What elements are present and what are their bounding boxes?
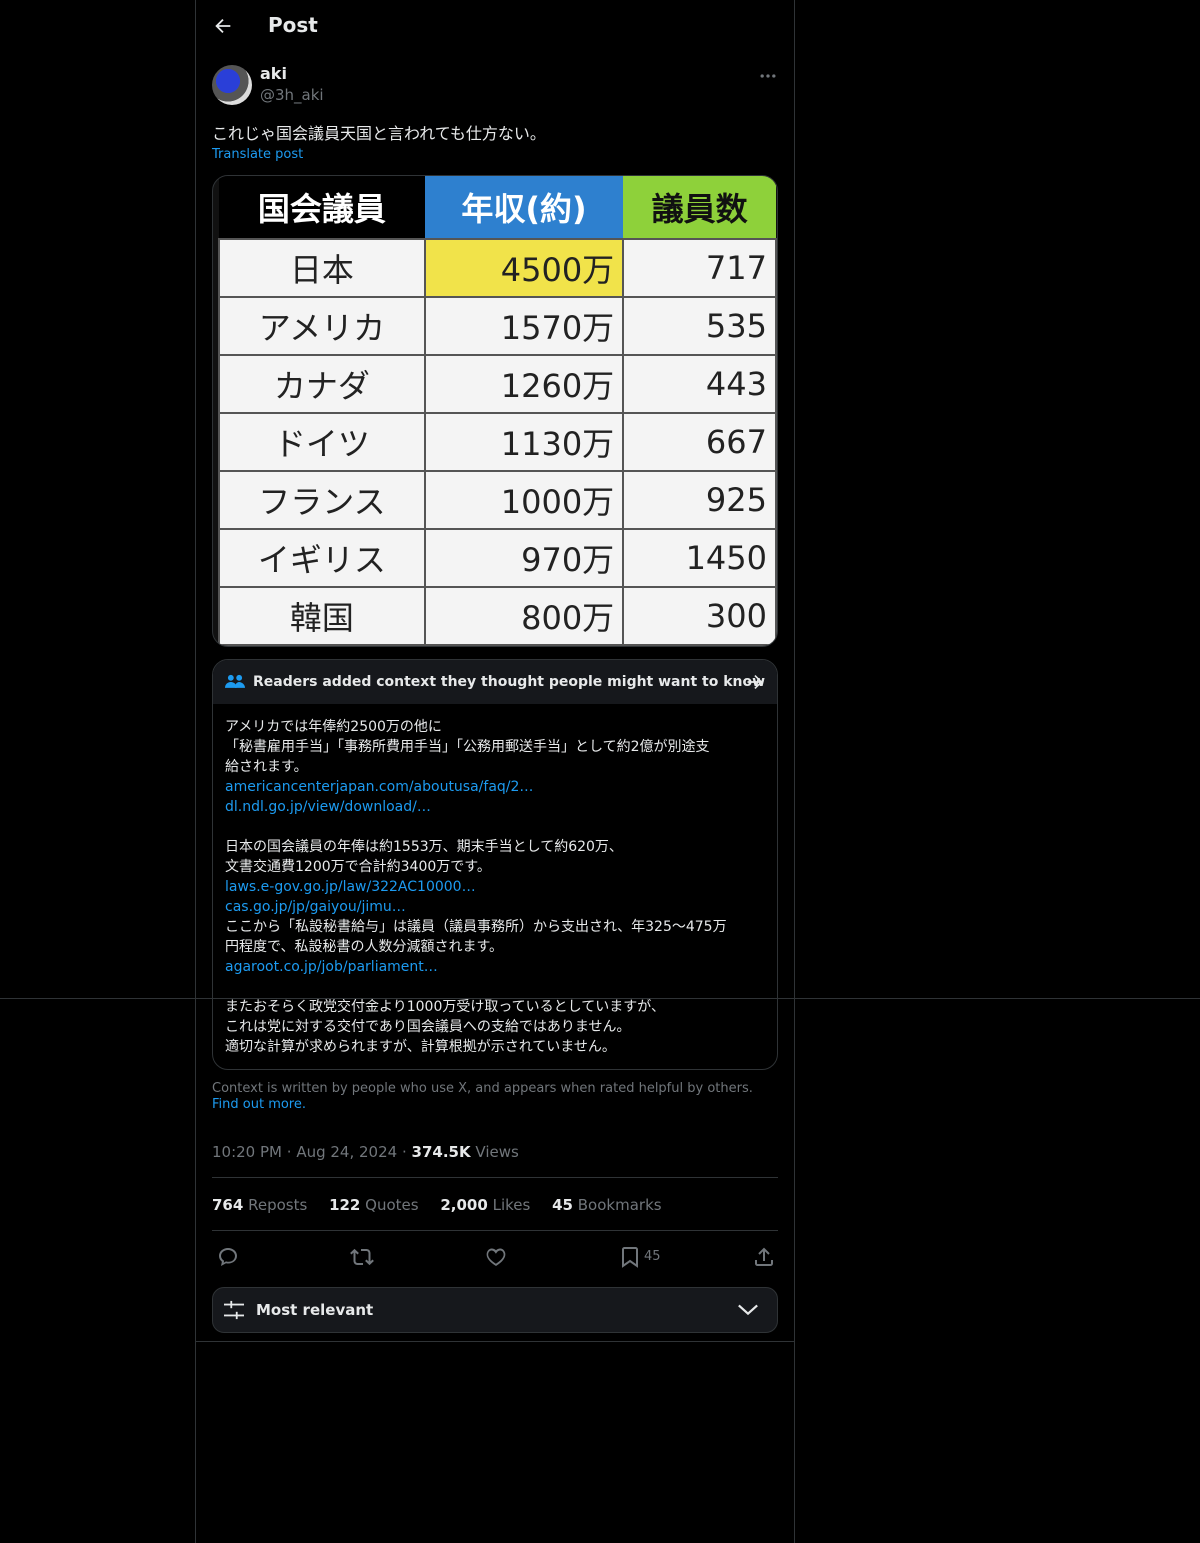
translate-post-link[interactable]: Translate post xyxy=(212,147,303,162)
back-arrow-icon[interactable] xyxy=(212,15,234,37)
table-cell: カナダ xyxy=(218,354,426,414)
table-cell: フランス xyxy=(218,470,426,530)
table-cell: 300 xyxy=(622,586,777,646)
table-cell: 4500万 xyxy=(423,238,625,298)
table-header: 年収(約) xyxy=(424,176,624,239)
share-icon[interactable] xyxy=(752,1245,776,1269)
author-handle[interactable]: @3h_aki xyxy=(260,86,324,104)
table-cell: 1450 xyxy=(622,528,777,588)
sort-replies-dropdown[interactable]: Most relevant xyxy=(212,1287,778,1333)
community-note-header[interactable]: Readers added context they thought peopl… xyxy=(213,660,777,704)
table-header: 国会議員 xyxy=(219,176,425,239)
arrow-right-icon[interactable] xyxy=(745,672,765,692)
note-link[interactable]: americancenterjapan.com/aboutusa/faq/2… xyxy=(225,777,765,797)
sort-label: Most relevant xyxy=(256,1301,374,1319)
avatar[interactable] xyxy=(212,65,252,105)
table-cell: 1000万 xyxy=(423,470,625,530)
repost-icon[interactable] xyxy=(350,1245,374,1269)
chevron-down-icon xyxy=(738,1304,758,1316)
reposts-stat[interactable]: 764 Reposts xyxy=(212,1196,307,1214)
table-cell: アメリカ xyxy=(218,296,426,356)
likes-stat[interactable]: 2,000 Likes xyxy=(440,1196,530,1214)
table-cell: 1260万 xyxy=(423,354,625,414)
bookmark-count: 45 xyxy=(644,1249,661,1264)
page-title: Post xyxy=(268,13,318,37)
table-cell: 日本 xyxy=(218,238,426,298)
table-cell: 970万 xyxy=(423,528,625,588)
table-cell: ドイツ xyxy=(218,412,426,472)
divider xyxy=(0,998,1200,999)
table-cell: 717 xyxy=(622,238,777,298)
note-line: これは党に対する交付であり国会議員への支給ではありません。 xyxy=(225,1019,631,1035)
note-line: 円程度で、私設秘書の人数分減額されます。 xyxy=(225,939,504,955)
more-options-icon[interactable] xyxy=(758,66,778,86)
bookmark-icon[interactable] xyxy=(618,1245,642,1269)
reply-icon[interactable] xyxy=(216,1245,240,1269)
note-link[interactable]: dl.ndl.go.jp/view/download/… xyxy=(225,797,765,817)
note-line: またおそらく政党交付金より1000万受け取っているとしていますが、 xyxy=(225,999,665,1015)
post-text: これじゃ国会議員天国と言われても仕方ない。 xyxy=(212,124,546,143)
note-line: 日本の国会議員の年俸は約1553万、期末手当として約620万、 xyxy=(225,839,623,855)
post-date[interactable]: Aug 24, 2024 xyxy=(296,1143,397,1161)
table-cell: 535 xyxy=(622,296,777,356)
table-row: ドイツ 1130万 667 xyxy=(218,412,777,472)
note-link[interactable]: agaroot.co.jp/job/parliament… xyxy=(225,957,765,977)
author-name[interactable]: aki xyxy=(260,64,287,83)
table-cell: イギリス xyxy=(218,528,426,588)
table-cell: 韓国 xyxy=(218,586,426,646)
note-link[interactable]: cas.go.jp/jp/gaiyou/jimu… xyxy=(225,897,765,917)
table-cell: 667 xyxy=(622,412,777,472)
post-image[interactable]: 国会議員 年収(約) 議員数 日本 4500万 717 アメリカ 1570万 5… xyxy=(212,175,778,647)
table-row: イギリス 970万 1450 xyxy=(218,528,777,588)
post-time[interactable]: 10:20 PM xyxy=(212,1143,282,1161)
table-cell: 1570万 xyxy=(423,296,625,356)
table-row: フランス 1000万 925 xyxy=(218,470,777,530)
table-cell: 925 xyxy=(622,470,777,530)
find-out-more-link[interactable]: Find out more. xyxy=(212,1097,306,1112)
note-line: 適切な計算が求められますが、計算根拠が示されていません。 xyxy=(225,1039,616,1055)
note-line: 「秘書雇用手当」「事務所費用手当」「公務用郵送手当」として約2億が別途支 xyxy=(225,739,710,755)
table-row: 韓国 800万 300 xyxy=(218,586,777,646)
note-line: アメリカでは年俸約2500万の他に xyxy=(225,719,442,735)
quotes-stat[interactable]: 122 Quotes xyxy=(329,1196,419,1214)
like-icon[interactable] xyxy=(484,1245,508,1269)
views-count: 374.5K xyxy=(411,1143,471,1161)
salary-table: 国会議員 年収(約) 議員数 日本 4500万 717 アメリカ 1570万 5… xyxy=(218,176,777,646)
table-cell: 1130万 xyxy=(423,412,625,472)
note-line: ここから「私設秘書給与」は議員（議員事務所）から支出され、年325〜475万 xyxy=(225,919,727,935)
table-row: カナダ 1260万 443 xyxy=(218,354,777,414)
table-cell: 443 xyxy=(622,354,777,414)
community-note-title: Readers added context they thought peopl… xyxy=(253,674,766,690)
views-label: Views xyxy=(475,1143,519,1161)
context-footer-text: Context is written by people who use X, … xyxy=(212,1081,753,1096)
header: Post xyxy=(196,0,794,53)
table-row: アメリカ 1570万 535 xyxy=(218,296,777,356)
table-row: 日本 4500万 717 xyxy=(218,238,777,298)
note-line: 文書交通費1200万で合計約3400万です。 xyxy=(225,859,491,875)
note-link[interactable]: laws.e-gov.go.jp/law/322AC10000… xyxy=(225,877,765,897)
community-note: Readers added context they thought peopl… xyxy=(212,659,778,1070)
community-note-body: アメリカでは年俸約2500万の他に 「秘書雇用手当」「事務所費用手当」「公務用郵… xyxy=(225,717,765,1057)
people-icon xyxy=(225,674,245,688)
sliders-icon xyxy=(224,1300,244,1320)
context-footer: Context is written by people who use X, … xyxy=(212,1081,778,1113)
main-column: Post aki @3h_aki これじゃ国会議員天国と言われても仕方ない。 T… xyxy=(195,0,795,1543)
bookmarks-stat[interactable]: 45 Bookmarks xyxy=(552,1196,661,1214)
table-cell: 800万 xyxy=(423,586,625,646)
note-line: 給されます。 xyxy=(225,759,308,775)
post-stats: 764 Reposts 122 Quotes 2,000 Likes 45 Bo… xyxy=(212,1196,679,1214)
table-header: 議員数 xyxy=(623,176,776,239)
post-meta: 10:20 PM · Aug 24, 2024 · 374.5K Views xyxy=(212,1143,519,1161)
